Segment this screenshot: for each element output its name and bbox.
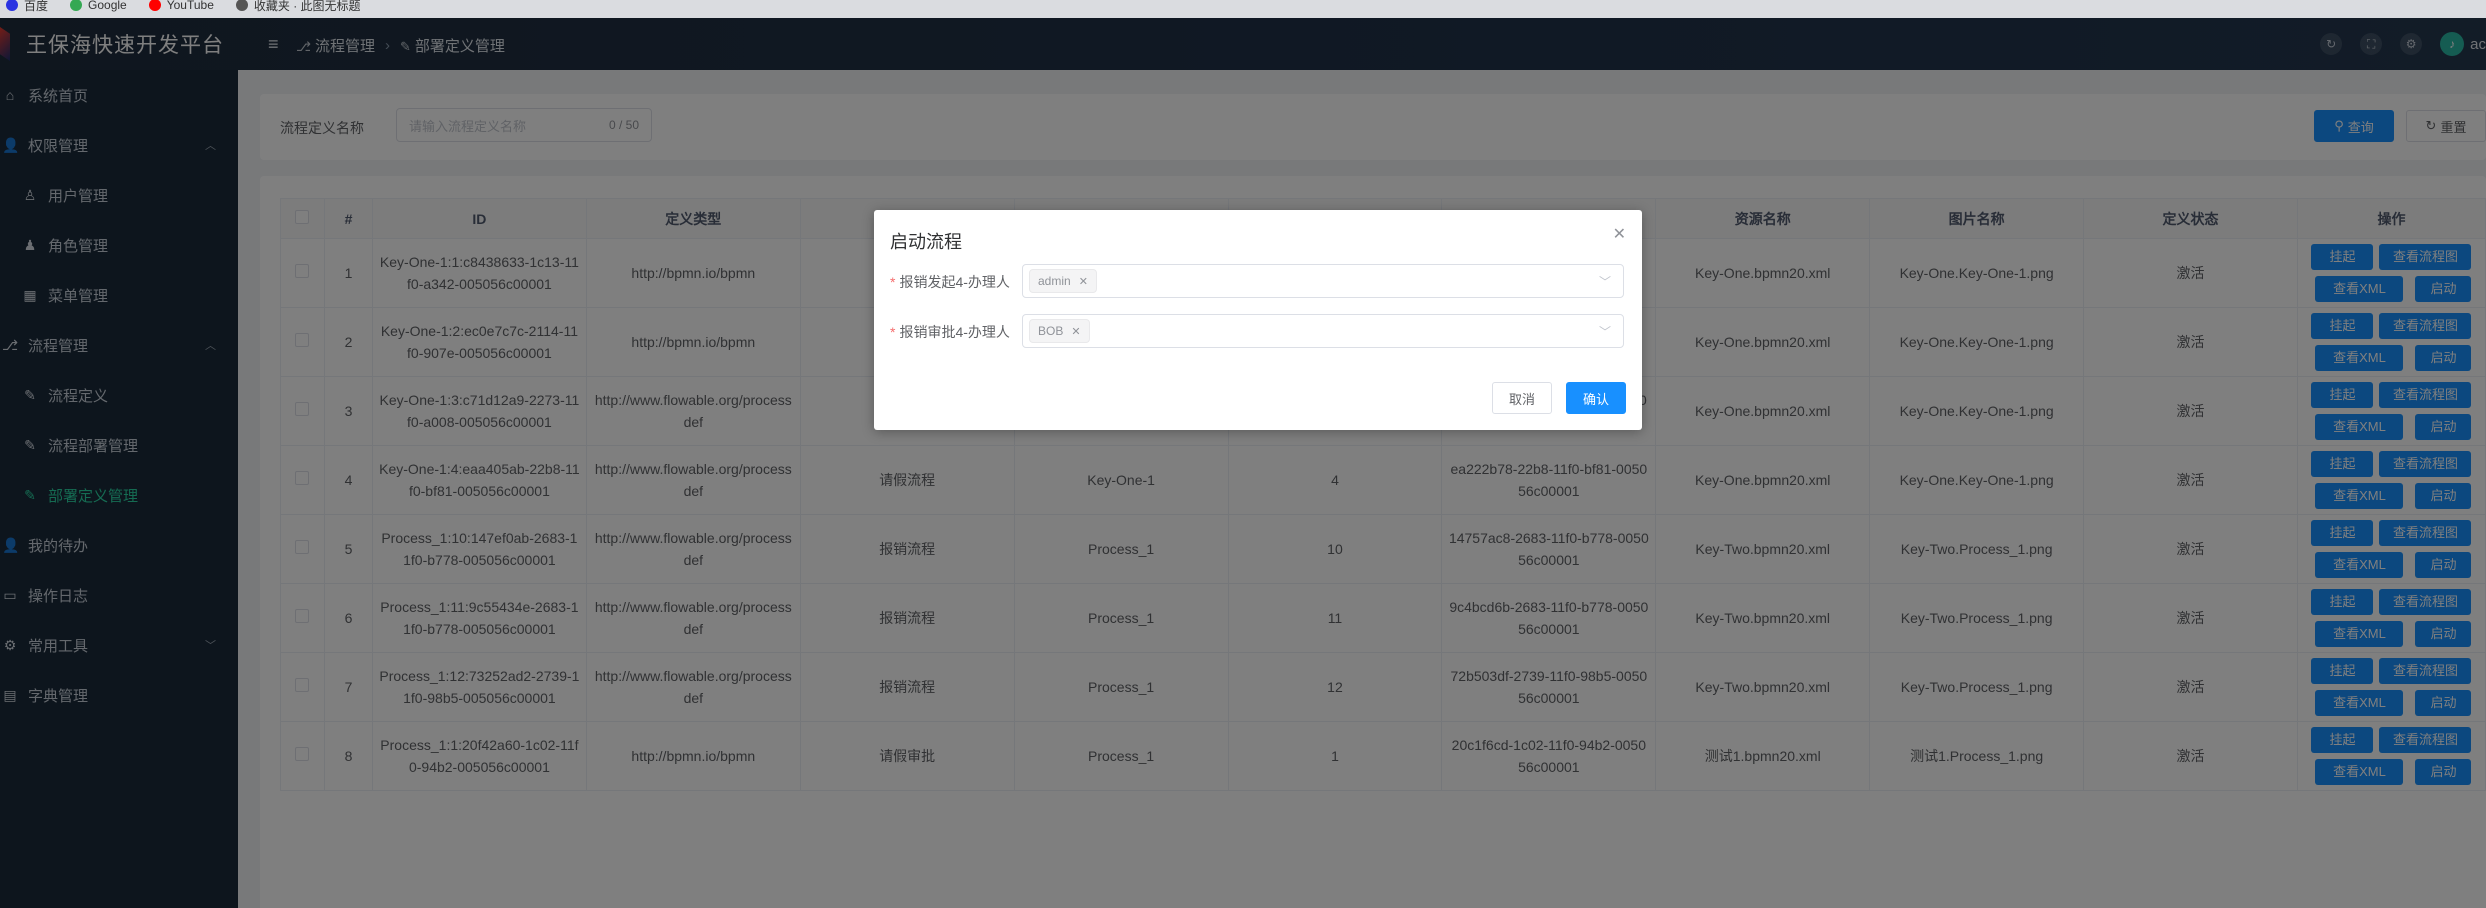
chevron-down-icon: ﹀ — [1598, 275, 1611, 289]
form-row-initiator: * 报销发起4-办理人 admin ✕ ﹀ — [890, 264, 1626, 298]
bookmark-icon — [148, 0, 161, 11]
form-row-approver: * 报销审批4-办理人 BOB ✕ ﹀ — [890, 314, 1626, 348]
bookmark-icon — [6, 0, 18, 11]
approver-select[interactable]: BOB ✕ ﹀ — [1022, 314, 1624, 348]
close-icon[interactable]: ✕ — [1613, 224, 1626, 244]
chevron-down-icon: ﹀ — [1598, 325, 1611, 339]
approver-label: * 报销审批4-办理人 — [890, 324, 1010, 340]
bookmarks-bar: 百度 Google YouTube 收藏夹 · 此图无标题 — [0, 0, 2486, 18]
bookmark-item[interactable]: YouTube — [148, 0, 214, 12]
bookmark-item[interactable]: 收藏夹 · 此图无标题 — [235, 0, 361, 14]
start-process-dialog: 启动流程 ✕ * 报销发起4-办理人 admin ✕ ﹀ * 报销审批4-办理人 BO… — [874, 210, 1642, 430]
selected-tag: BOB ✕ — [1029, 319, 1090, 343]
modal-mask[interactable] — [0, 18, 2486, 908]
bookmark-item[interactable]: 百度 — [6, 0, 48, 14]
dialog-title: 启动流程 — [890, 232, 962, 252]
bookmark-item[interactable]: Google — [70, 0, 127, 12]
selected-tag: admin ✕ — [1029, 269, 1097, 293]
tag-close-icon[interactable]: ✕ — [1079, 275, 1088, 288]
bookmark-icon — [70, 0, 83, 11]
tag-close-icon[interactable]: ✕ — [1071, 325, 1080, 338]
bookmark-icon — [235, 0, 248, 11]
confirm-button[interactable]: 确认 — [1566, 382, 1626, 414]
initiator-select[interactable]: admin ✕ ﹀ — [1022, 264, 1624, 298]
initiator-label: * 报销发起4-办理人 — [890, 274, 1010, 290]
cancel-button[interactable]: 取消 — [1492, 382, 1552, 414]
